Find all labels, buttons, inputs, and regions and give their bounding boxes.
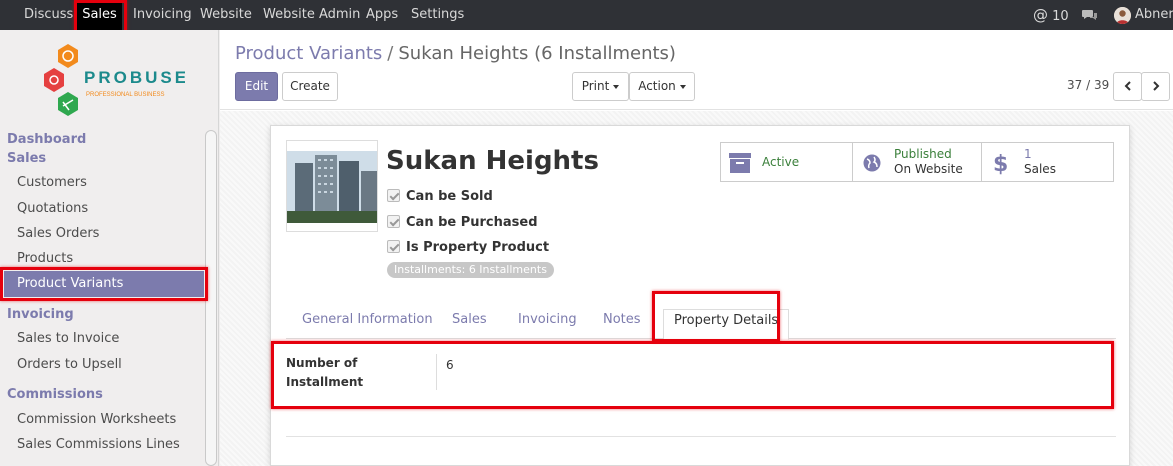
product-image[interactable] — [286, 140, 378, 232]
print-label: Print — [581, 79, 610, 93]
sidebar-section-commissions: Commissions — [7, 387, 103, 402]
menu-website-admin[interactable]: Website Admin — [263, 0, 360, 30]
breadcrumb-current: Sukan Heights (6 Installments) — [398, 43, 676, 64]
can-be-sold-label: Can be Sold — [406, 189, 493, 204]
sidebar-item-sales-orders[interactable]: Sales Orders — [17, 226, 99, 241]
caret-down-icon — [613, 84, 620, 89]
pager-next-button[interactable] — [1141, 72, 1170, 101]
action-label: Action — [638, 79, 676, 93]
can-be-purchased-checkbox[interactable] — [387, 215, 400, 228]
sidebar-item-customers[interactable]: Customers — [17, 175, 87, 190]
can-be-sold-checkbox[interactable] — [387, 189, 400, 202]
number-of-installment-value: 6 — [446, 358, 454, 372]
active-toggle-button[interactable]: Active — [720, 142, 853, 182]
can-be-purchased-label: Can be Purchased — [406, 215, 538, 230]
product-name: Sukan Heights — [386, 146, 599, 176]
probuse-logo: PROBUSE PROFESSIONAL BUSINESS — [40, 42, 186, 120]
menu-website[interactable]: Website — [200, 0, 252, 30]
sheet-divider — [286, 436, 1116, 437]
installments-tag: Installments: 6 Installments — [387, 262, 554, 278]
user-name[interactable]: Abner — [1135, 0, 1173, 30]
active-label: Active — [762, 155, 800, 169]
label-line-1: Number of — [286, 356, 358, 370]
notifications-count: 10 — [1052, 9, 1069, 24]
is-property-product-checkbox[interactable] — [387, 240, 400, 253]
dollar-icon: $ — [993, 152, 1007, 175]
sales-smart-button[interactable]: $ 1 Sales — [981, 142, 1114, 182]
menu-apps[interactable]: Apps — [366, 0, 398, 30]
sales-count: 1 — [1024, 147, 1032, 161]
svg-text:$: $ — [993, 152, 1007, 175]
at-icon: @ — [1033, 6, 1048, 24]
caret-down-icon — [679, 84, 686, 89]
field-separator — [436, 354, 437, 390]
notifications-button[interactable]: @ 10 — [1033, 0, 1069, 30]
can-be-sold-field: Can be Sold — [387, 189, 493, 204]
svg-text:PROFESSIONAL BUSINESS: PROFESSIONAL BUSINESS — [86, 92, 164, 98]
main-content: Product Variants / Sukan Heights (6 Instal… — [220, 30, 1173, 466]
chevron-left-icon — [1124, 81, 1131, 91]
is-property-product-label: Is Property Product — [406, 240, 550, 255]
sidebar-section-invoicing: Invoicing — [7, 307, 74, 322]
notebook-tabs: General Information Sales Invoicing Note… — [286, 309, 1116, 340]
pager-value: 37 / 39 — [1067, 78, 1110, 92]
sidebar: PROBUSE PROFESSIONAL BUSINESS Dashboard … — [0, 30, 219, 466]
sales-label: Sales — [1024, 162, 1056, 176]
pager-previous-button[interactable] — [1113, 72, 1142, 101]
published-label: Published — [894, 147, 952, 161]
sidebar-item-sales-to-invoice[interactable]: Sales to Invoice — [17, 331, 119, 346]
breadcrumb-parent[interactable]: Product Variants — [235, 43, 382, 64]
sidebar-scrollbar[interactable] — [205, 130, 217, 466]
on-website-label: On Website — [894, 162, 963, 176]
chat-icon[interactable] — [1082, 9, 1098, 21]
published-button[interactable]: Published On Website — [852, 142, 982, 182]
sidebar-item-products[interactable]: Products — [17, 251, 73, 266]
print-dropdown[interactable]: Print — [572, 72, 629, 101]
sidebar-item-commission-worksheets[interactable]: Commission Worksheets — [17, 412, 176, 427]
is-property-product-field: Is Property Product — [387, 240, 549, 255]
create-button[interactable]: Create — [282, 72, 338, 101]
number-of-installment-label: Number of Installment — [286, 354, 426, 392]
edit-button[interactable]: Edit — [235, 72, 278, 101]
action-dropdown[interactable]: Action — [629, 72, 695, 101]
svg-text:PROBUSE: PROBUSE — [84, 68, 185, 87]
tab-notes[interactable]: Notes — [603, 309, 641, 339]
form-sheet: Sukan Heights Can be Sold Can be Purchas… — [270, 125, 1130, 466]
tab-general-information[interactable]: General Information — [302, 309, 433, 339]
tab-sales[interactable]: Sales — [452, 309, 487, 339]
menu-discuss[interactable]: Discuss — [24, 0, 73, 30]
sidebar-dashboard[interactable]: Dashboard — [7, 132, 86, 147]
label-line-2: Installment — [286, 375, 364, 389]
sidebar-item-quotations[interactable]: Quotations — [17, 201, 88, 216]
top-navbar: Discuss Sales Invoicing Website Website … — [0, 0, 1173, 30]
menu-settings[interactable]: Settings — [411, 0, 464, 30]
sidebar-section-sales: Sales — [7, 151, 47, 166]
breadcrumb-separator: / — [387, 43, 394, 64]
breadcrumb: Product Variants / Sukan Heights (6 Instal… — [235, 43, 676, 64]
globe-icon — [863, 154, 881, 172]
sidebar-item-sales-commissions-lines[interactable]: Sales Commissions Lines — [17, 437, 180, 452]
chevron-right-icon — [1152, 81, 1159, 91]
control-panel: Product Variants / Sukan Heights (6 Instal… — [220, 30, 1173, 110]
menu-invoicing[interactable]: Invoicing — [133, 0, 192, 30]
user-avatar[interactable] — [1114, 7, 1131, 24]
archive-icon — [729, 153, 751, 173]
sidebar-item-orders-to-upsell[interactable]: Orders to Upsell — [17, 357, 122, 372]
tab-property-details[interactable]: Property Details — [663, 309, 790, 340]
sidebar-item-product-variants[interactable]: Product Variants — [4, 271, 204, 297]
tab-invoicing[interactable]: Invoicing — [518, 309, 577, 339]
menu-sales[interactable]: Sales — [77, 0, 122, 30]
can-be-purchased-field: Can be Purchased — [387, 215, 538, 230]
